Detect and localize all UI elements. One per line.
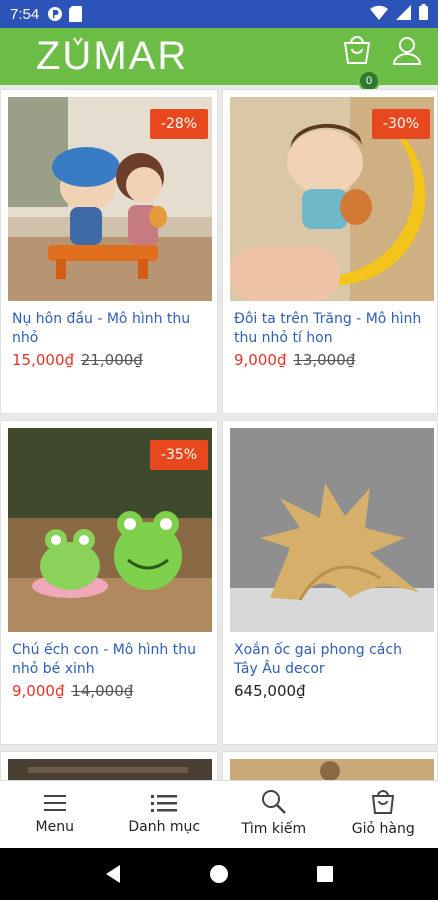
product-card[interactable]: -35% Chú ếch con - Mô hình thu nhỏ bé xi… — [0, 420, 218, 745]
product-old-price: 14,000₫ — [71, 682, 134, 700]
nav-label: Danh mục — [128, 819, 201, 835]
search-icon — [261, 790, 286, 814]
product-card[interactable] — [222, 751, 438, 780]
product-image[interactable]: -35% — [8, 428, 212, 632]
discount-badge: -30% — [372, 109, 430, 139]
system-nav-bar — [0, 848, 438, 900]
discount-badge: -28% — [150, 109, 208, 139]
product-price: 645,000₫ — [234, 682, 306, 700]
product-price: 9,000₫ — [234, 351, 287, 369]
battery-icon — [419, 4, 428, 24]
product-price-row: 645,000₫ — [234, 682, 306, 700]
shopping-bag-icon — [372, 790, 395, 814]
product-title[interactable]: Nụ hôn đầu - Mô hình thu nhỏ — [12, 310, 208, 348]
discount-badge: -35% — [150, 440, 208, 470]
app-notification-icon — [47, 6, 63, 22]
product-old-price: 13,000₫ — [293, 351, 356, 369]
product-card[interactable] — [0, 751, 218, 780]
nav-label: Giỏ hàng — [351, 821, 415, 837]
product-image[interactable] — [8, 759, 212, 780]
nav-cart[interactable]: Giỏ hàng — [329, 781, 438, 848]
zumar-logo[interactable]: ZUMAR — [36, 30, 206, 80]
app-bar: ZUMAR 0 — [0, 28, 438, 92]
product-image[interactable]: -28% — [8, 97, 212, 301]
status-bar: 7:54 — [0, 0, 438, 28]
nav-categories[interactable]: Danh mục — [110, 781, 220, 848]
product-card[interactable]: -28% Nụ hôn đầu - Mô hình thu nhỏ 15,000… — [0, 89, 218, 414]
signal-icon — [396, 4, 411, 24]
hamburger-icon — [43, 795, 66, 811]
cart-icon[interactable] — [340, 32, 380, 72]
product-price-row: 9,000₫ 13,000₫ — [234, 351, 355, 369]
sd-card-icon — [69, 6, 83, 22]
product-card[interactable]: -30% Đôi ta trên Trăng - Mô hình thu nhỏ… — [222, 89, 438, 414]
status-time: 7:54 — [10, 5, 40, 23]
product-title[interactable]: Đôi ta trên Trăng - Mô hình thu nhỏ tí h… — [234, 310, 430, 348]
product-title[interactable]: Xoắn ốc gai phong cách Tây Âu decor — [234, 641, 430, 679]
list-icon — [151, 795, 178, 812]
nav-label: Tìm kiếm — [241, 821, 307, 837]
product-grid: -28% Nụ hôn đầu - Mô hình thu nhỏ 15,000… — [0, 85, 438, 780]
user-icon[interactable] — [392, 36, 422, 68]
recents-icon[interactable] — [316, 865, 334, 883]
bottom-nav: Menu Danh mục Tìm kiếm Giỏ hàng — [0, 780, 438, 848]
product-image[interactable] — [230, 759, 434, 780]
nav-search[interactable]: Tìm kiếm — [219, 781, 329, 848]
product-old-price: 21,000₫ — [80, 351, 143, 369]
product-price: 15,000₫ — [12, 351, 75, 369]
back-icon[interactable] — [104, 864, 122, 884]
product-price-row: 9,000₫ 14,000₫ — [12, 682, 133, 700]
product-image[interactable]: -30% — [230, 97, 434, 301]
nav-menu[interactable]: Menu — [0, 781, 110, 848]
product-image[interactable] — [230, 428, 434, 632]
svg-text:ZUMAR: ZUMAR — [36, 34, 188, 78]
wifi-icon — [370, 5, 388, 24]
nav-label: Menu — [35, 819, 74, 835]
product-price: 9,000₫ — [12, 682, 65, 700]
product-price-row: 15,000₫ 21,000₫ — [12, 351, 143, 369]
product-card[interactable]: Xoắn ốc gai phong cách Tây Âu decor 645,… — [222, 420, 438, 745]
product-title[interactable]: Chú ếch con - Mô hình thu nhỏ bé xinh — [12, 641, 208, 679]
home-icon[interactable] — [209, 864, 229, 884]
